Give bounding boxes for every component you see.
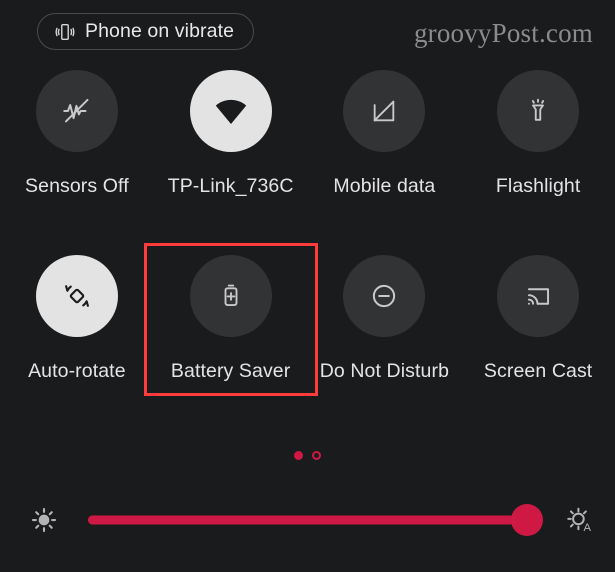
tile-sensors-off-label: Sensors Off — [25, 175, 129, 197]
tile-mobile-data-circle — [343, 70, 426, 152]
screen-cast-icon — [523, 281, 554, 312]
tile-mobile-data-label: Mobile data — [333, 175, 436, 197]
brightness-control: A — [0, 492, 615, 548]
flashlight-icon — [523, 96, 553, 126]
tile-do-not-disturb[interactable]: Do Not Disturb — [308, 255, 462, 383]
brightness-slider-fill — [88, 515, 528, 525]
tile-flashlight[interactable]: Flashlight — [461, 70, 615, 198]
do-not-disturb-icon — [368, 280, 400, 312]
svg-text:A: A — [583, 522, 591, 534]
phone-vibrate-icon — [54, 21, 76, 43]
tile-flashlight-circle — [497, 70, 580, 152]
tile-screen-cast-circle — [497, 255, 580, 337]
top-bar: Phone on vibrate groovyPost.com — [0, 0, 615, 64]
watermark-groovypost: groovyPost.com — [413, 18, 593, 48]
page-dot-2[interactable] — [312, 451, 321, 460]
wifi-icon — [212, 92, 250, 130]
brightness-auto-icon[interactable]: A — [545, 504, 615, 536]
tile-sensors-off-circle — [35, 70, 118, 152]
auto-rotate-icon — [60, 279, 94, 313]
brightness-slider-thumb[interactable] — [511, 504, 544, 536]
tile-battery-saver[interactable]: Battery Saver — [154, 255, 308, 383]
tile-flashlight-label: Flashlight — [495, 175, 581, 197]
tile-row-2: Auto-rotate Battery Saver Do Not Disturb… — [0, 255, 615, 383]
tile-auto-rotate-circle — [35, 255, 118, 337]
phone-on-vibrate-chip[interactable]: Phone on vibrate — [37, 13, 255, 50]
tile-screen-cast-label: Screen Cast — [483, 360, 593, 382]
mobile-data-off-icon — [368, 95, 400, 127]
tile-battery-saver-circle — [189, 255, 272, 337]
sensors-off-icon — [60, 94, 94, 128]
tile-wifi-circle — [189, 70, 272, 152]
tile-do-not-disturb-label: Do Not Disturb — [319, 360, 450, 382]
tile-wifi[interactable]: TP-Link_736C — [154, 70, 308, 198]
brightness-low-icon[interactable] — [0, 505, 88, 535]
brightness-slider[interactable] — [88, 503, 544, 537]
phone-on-vibrate-label: Phone on vibrate — [85, 20, 235, 42]
quick-settings-panel: Phone on vibrate groovyPost.com Sensors … — [0, 0, 615, 572]
tile-mobile-data[interactable]: Mobile data — [308, 70, 462, 198]
battery-saver-icon — [216, 281, 246, 311]
tile-row-1: Sensors Off TP-Link_736C Mobile data Fla… — [0, 70, 615, 198]
tile-auto-rotate[interactable]: Auto-rotate — [0, 255, 154, 383]
tile-battery-saver-label: Battery Saver — [170, 360, 291, 382]
tile-do-not-disturb-circle — [343, 255, 426, 337]
tile-sensors-off[interactable]: Sensors Off — [0, 70, 154, 198]
page-indicator — [0, 451, 615, 460]
page-dot-1[interactable] — [294, 451, 303, 460]
tile-auto-rotate-label: Auto-rotate — [28, 360, 126, 382]
tile-screen-cast[interactable]: Screen Cast — [461, 255, 615, 383]
tile-wifi-label: TP-Link_736C — [167, 175, 294, 197]
